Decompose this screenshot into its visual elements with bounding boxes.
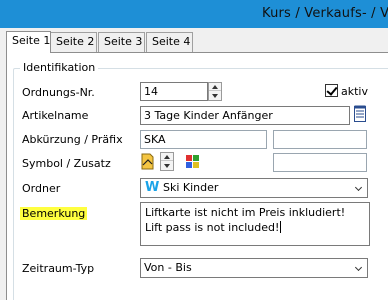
tab-seite-3[interactable]: Seite 3 <box>98 32 145 52</box>
ordnungs-nr-label: Ordnungs-Nr. <box>22 86 95 99</box>
ordner-w-icon: W <box>145 180 160 195</box>
folder-note-icon[interactable] <box>140 153 155 170</box>
artikelname-field[interactable]: 3 Tage Kinder Anfänger <box>140 106 350 125</box>
zeitraum-value: Von - Bis <box>144 261 192 274</box>
chevron-down-icon[interactable] <box>356 265 363 272</box>
bemerkung-label: Bemerkung <box>20 207 88 220</box>
ordnungs-nr-spinner[interactable] <box>208 82 222 101</box>
ordner-value: Ski Kinder <box>163 181 219 194</box>
tab-seite-1[interactable]: Seite 1 <box>6 31 51 53</box>
bemerkung-line-2: Lift pass is not included! <box>145 221 280 234</box>
tab-seite-4[interactable]: Seite 4 <box>146 32 193 52</box>
abkuerzung-label: Abkürzung / Präfix <box>22 133 123 146</box>
spin-up-icon[interactable] <box>161 153 173 161</box>
group-label: Identifikation <box>20 61 99 74</box>
aktiv-checkbox[interactable] <box>325 84 338 97</box>
abkuerzung-field[interactable]: SKA <box>140 130 267 149</box>
artikelname-label: Artikelname <box>22 109 89 122</box>
text-caret <box>280 221 282 233</box>
window-titlebar: Kurs / Verkaufs- / V <box>0 0 388 28</box>
notepad-icon[interactable] <box>354 105 366 122</box>
chevron-down-icon[interactable] <box>356 185 363 192</box>
ordnungs-nr-field[interactable]: 14 <box>140 82 208 101</box>
bemerkung-line-1: Liftkarte ist nicht im Preis inkludiert! <box>145 206 346 219</box>
aktiv-label: aktiv <box>341 85 368 98</box>
window-title: Kurs / Verkaufs- / V <box>262 6 388 21</box>
tab-seite-2[interactable]: Seite 2 <box>50 32 97 52</box>
ordner-label: Ordner <box>22 182 61 195</box>
zeitraum-dropdown[interactable]: Von - Bis <box>140 258 368 278</box>
spin-up-icon[interactable] <box>209 83 221 91</box>
symbol-zusatz-field[interactable] <box>273 153 367 172</box>
color-grid-icon[interactable] <box>186 155 200 168</box>
abkuerzung-zusatz-field[interactable] <box>273 130 367 149</box>
spin-down-icon[interactable] <box>161 162 173 170</box>
spin-down-icon[interactable] <box>209 92 221 100</box>
symbol-spinner[interactable] <box>160 152 174 171</box>
symbol-label: Symbol / Zusatz <box>22 157 111 170</box>
bemerkung-memo[interactable]: Liftkarte ist nicht im Preis inkludiert!… <box>140 202 370 246</box>
zeitraum-label: Zeitraum-Typ <box>22 262 95 275</box>
ordner-dropdown[interactable]: W Ski Kinder <box>140 178 368 198</box>
bemerkung-line-2-wrap: Lift pass is not included! <box>145 220 365 235</box>
